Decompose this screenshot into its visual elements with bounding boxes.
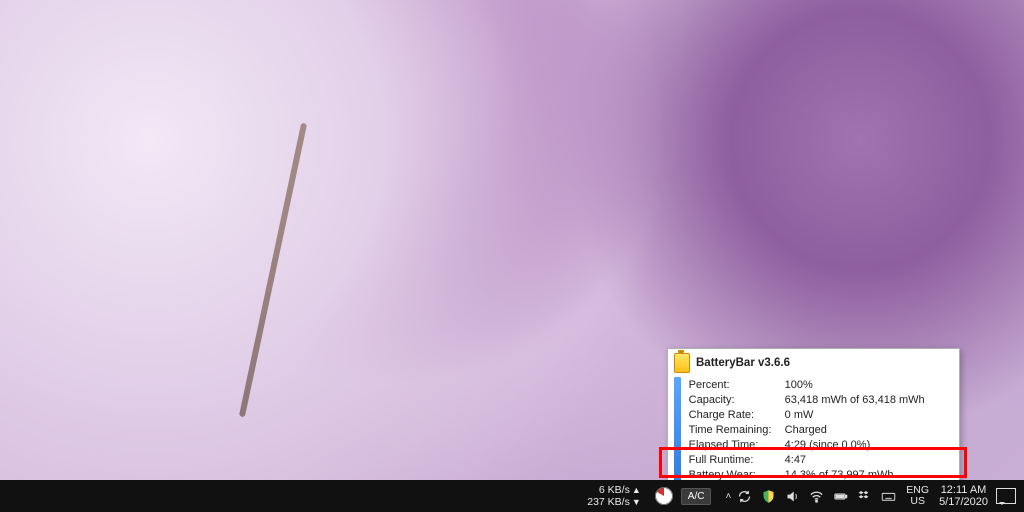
- taskbar-clock[interactable]: 12:11 AM 5/17/2020: [939, 484, 988, 508]
- stat-label: Elapsed Time:: [689, 437, 785, 452]
- charge-bar: [674, 377, 681, 482]
- net-up-value: 6 KB/s: [599, 484, 630, 496]
- security-shield-icon[interactable]: [761, 489, 776, 504]
- stat-value: 4:47: [785, 452, 953, 467]
- net-down-value: 237 KB/s: [587, 496, 630, 508]
- table-row: Charge Rate:0 mW: [689, 407, 953, 422]
- stat-value: 0 mW: [785, 407, 953, 422]
- network-meter[interactable]: 6 KB/s▲ 237 KB/s▼: [587, 484, 641, 508]
- sync-icon[interactable]: [737, 489, 752, 504]
- clock-time: 12:11 AM: [941, 484, 987, 496]
- stat-label: Charge Rate:: [689, 407, 785, 422]
- batterybar-tooltip: BatteryBar v3.6.6 Percent:100% Capacity:…: [667, 348, 960, 489]
- batterybar-ac-indicator[interactable]: A/C: [681, 488, 712, 505]
- stat-label: Percent:: [689, 377, 785, 392]
- table-row: Time Remaining:Charged: [689, 422, 953, 437]
- battery-stats-table: Percent:100% Capacity:63,418 mWh of 63,4…: [689, 377, 953, 482]
- battery-icon: [674, 353, 690, 373]
- lang-region: US: [910, 496, 925, 507]
- tooltip-title: BatteryBar v3.6.6: [696, 357, 790, 369]
- table-row: Capacity:63,418 mWh of 63,418 mWh: [689, 392, 953, 407]
- disk-usage-pie-icon[interactable]: [655, 487, 673, 505]
- action-center-icon[interactable]: [996, 488, 1016, 504]
- stat-value: Charged: [785, 422, 953, 437]
- arrow-up-icon: ▲: [632, 484, 641, 496]
- table-row: Percent:100%: [689, 377, 953, 392]
- system-tray: [737, 489, 896, 504]
- battery-tray-icon[interactable]: [833, 489, 848, 504]
- table-row: Elapsed Time:4:29 (since 0.0%): [689, 437, 953, 452]
- stat-value: 63,418 mWh of 63,418 mWh: [785, 392, 953, 407]
- dropbox-icon[interactable]: [857, 489, 872, 504]
- language-indicator[interactable]: ENG US: [906, 485, 929, 507]
- taskbar[interactable]: 6 KB/s▲ 237 KB/s▼ A/C ˄ ENG US 12:11 AM …: [0, 480, 1024, 512]
- stat-value: 4:29 (since 0.0%): [785, 437, 953, 452]
- table-row: Full Runtime:4:47: [689, 452, 953, 467]
- stat-value: 100%: [785, 377, 953, 392]
- arrow-down-icon: ▼: [632, 496, 641, 508]
- wifi-icon[interactable]: [809, 489, 824, 504]
- stat-label: Capacity:: [689, 392, 785, 407]
- volume-icon[interactable]: [785, 489, 800, 504]
- clock-date: 5/17/2020: [939, 496, 988, 508]
- stat-label: Time Remaining:: [689, 422, 785, 437]
- tray-overflow-chevron-icon[interactable]: ˄: [725, 491, 731, 502]
- stat-label: Full Runtime:: [689, 452, 785, 467]
- keyboard-icon[interactable]: [881, 489, 896, 504]
